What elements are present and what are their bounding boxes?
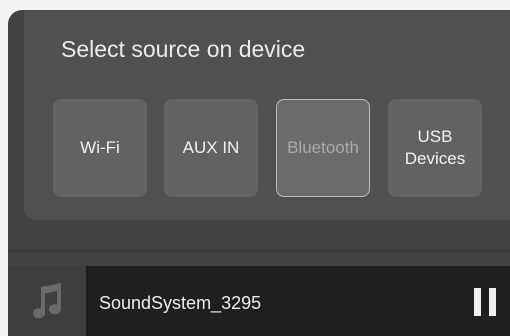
now-playing-bar[interactable]: SoundSystem_3295 — [8, 266, 510, 336]
source-select-dialog: Select source on device Wi-Fi AUX IN Blu… — [24, 10, 510, 220]
player-bar: SoundSystem_3295 — [86, 266, 510, 336]
music-note-icon — [33, 283, 62, 319]
device-name: SoundSystem_3295 — [99, 293, 262, 313]
divider — [8, 250, 510, 252]
device-screen: Select source on device Wi-Fi AUX IN Blu… — [8, 10, 510, 336]
source-button-bluetooth[interactable]: Bluetooth — [276, 99, 370, 197]
source-button-usb-devices[interactable]: USB Devices — [388, 99, 482, 197]
source-button-aux-in[interactable]: AUX IN — [164, 99, 258, 197]
dialog-title: Select source on device — [61, 36, 306, 62]
album-art — [8, 266, 86, 336]
pause-icon[interactable] — [474, 288, 496, 316]
source-button-wifi[interactable]: Wi-Fi — [53, 99, 147, 197]
